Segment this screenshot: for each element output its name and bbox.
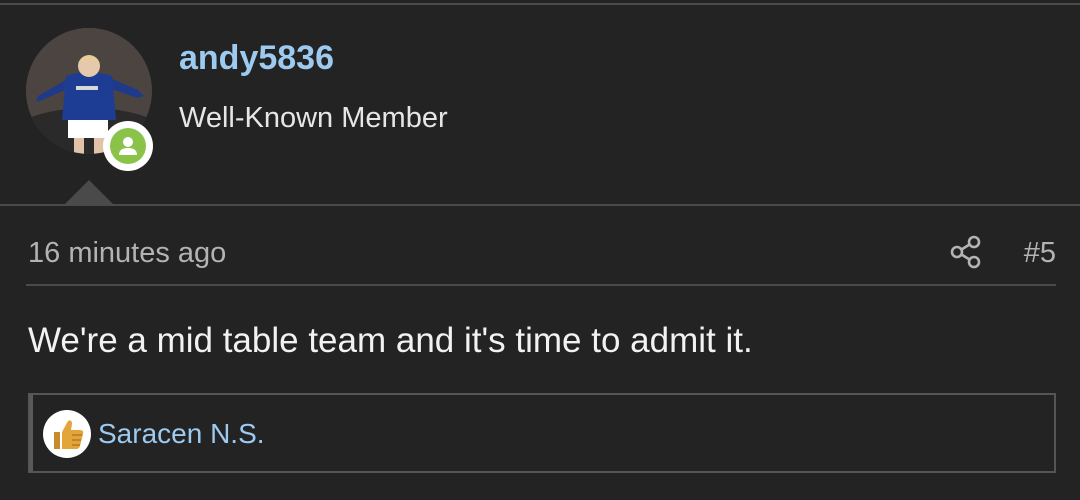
reaction-user-link[interactable]: Saracen N.S. <box>98 415 265 453</box>
author-divider <box>0 204 1080 206</box>
author-title: Well-Known Member <box>179 102 448 134</box>
post-author-block <box>0 5 1080 205</box>
reactions-accent <box>30 395 33 471</box>
post-number-link[interactable]: #5 <box>1000 233 1056 273</box>
share-icon[interactable] <box>948 234 984 270</box>
reactions-bar: Saracen N.S. <box>28 393 1056 473</box>
online-user-icon <box>110 128 146 164</box>
forum-post: andy5836 Well-Known Member 16 minutes ag… <box>0 0 1080 500</box>
post-body-text: We're a mid table team and it's time to … <box>28 321 753 360</box>
post-timestamp[interactable]: 16 minutes ago <box>28 233 226 273</box>
author-username[interactable]: andy5836 <box>179 36 334 80</box>
meta-divider <box>26 284 1056 286</box>
author-pointer-arrow <box>64 180 114 205</box>
thumbs-up-icon <box>43 410 91 458</box>
online-status-badge <box>103 121 153 171</box>
